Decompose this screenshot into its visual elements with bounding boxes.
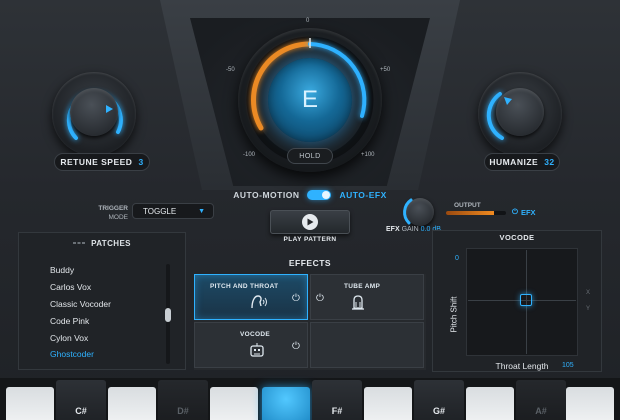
humanize-label: HUMANIZE [489, 157, 539, 167]
robot-icon [250, 343, 264, 357]
white-key[interactable] [566, 387, 614, 420]
xy-handle[interactable] [520, 294, 532, 306]
auto-motion-label[interactable]: AUTO-MOTION [233, 190, 299, 200]
trigger-mode-label: TRIGGER MODE [84, 204, 128, 222]
vocode-power-icon[interactable]: ⏻ [292, 341, 300, 352]
scale-label-bottom-left: -100 [243, 152, 256, 158]
pitch-shift-value: 0 [455, 255, 459, 262]
vocode-title: VOCODE [499, 233, 535, 242]
retune-speed-indicator-icon [106, 105, 113, 113]
black-key-g-sharp[interactable]: G# [414, 380, 464, 420]
black-key-f-sharp[interactable]: F# [312, 380, 362, 420]
white-key[interactable] [210, 387, 258, 420]
effect-pitch-and-throat-label: PITCH AND THROAT [210, 283, 279, 290]
patches-header: PATCHES [18, 234, 186, 252]
auto-efx-label[interactable]: AUTO-EFX [339, 190, 386, 200]
play-pattern-button[interactable] [270, 210, 350, 234]
efx-gain-sub: GAIN [401, 226, 419, 233]
scale-label-top: 0 [306, 18, 310, 24]
xy-side-y-label[interactable]: Y [586, 306, 590, 312]
efx-button-label: EFX [520, 207, 536, 217]
play-icon [307, 218, 314, 226]
output-meter [446, 211, 506, 215]
patch-list: Buddy Carlos Vox Classic Vocoder Code Pi… [26, 262, 176, 363]
humanize-value: 32 [544, 157, 555, 167]
efx-gain-label: EFX [386, 226, 400, 233]
efx-power-button[interactable]: ⏻ EFX [512, 205, 552, 219]
black-key-d-sharp[interactable]: D# [158, 380, 208, 420]
effect-empty-slot[interactable] [310, 322, 424, 368]
black-key-c-sharp[interactable]: C# [56, 380, 106, 420]
white-key[interactable] [108, 387, 156, 420]
patch-scrollbar-thumb[interactable] [165, 308, 171, 322]
throat-length-value: 105 [562, 362, 574, 369]
retune-speed-label: RETUNE SPEED [60, 157, 133, 167]
tube-amp-icon [352, 295, 364, 310]
white-key[interactable] [6, 387, 54, 420]
auto-mode-toggle[interactable] [307, 190, 332, 200]
white-key[interactable] [466, 387, 514, 420]
scale-label-left: -50 [226, 67, 235, 73]
trigger-label-line1: TRIGGER [98, 205, 128, 212]
effects-title: EFFECTS [288, 258, 332, 268]
play-pattern-label: PLAY PATTERN [283, 236, 337, 243]
patches-menu-icon[interactable] [73, 240, 86, 246]
effect-tube-amp-label: TUBE AMP [344, 283, 381, 290]
trigger-mode-select[interactable]: TOGGLE ▼ [132, 203, 214, 219]
retune-speed-display: RETUNE SPEED 3 [54, 153, 150, 171]
patch-item[interactable]: Ghostcoder [26, 346, 176, 363]
black-key-a-sharp[interactable]: A# [516, 380, 566, 420]
patch-item[interactable]: Carlos Vox [26, 279, 176, 296]
trigger-mode-value: TOGGLE [143, 206, 177, 216]
play-icon-circle [302, 214, 318, 230]
patch-item[interactable]: Buddy [26, 262, 176, 279]
hold-button[interactable]: HOLD [287, 148, 333, 164]
trigger-label-line2: MODE [108, 214, 129, 221]
effect-vocode-label: VOCODE [240, 331, 270, 338]
xy-side-x-label[interactable]: X [586, 290, 590, 296]
humanize-indicator-icon [504, 97, 512, 105]
humanize-display: HUMANIZE 32 [484, 153, 560, 171]
white-key[interactable] [364, 387, 412, 420]
white-key-active[interactable] [262, 387, 310, 420]
power-icon: ⏻ [512, 207, 518, 216]
chevron-down-icon: ▼ [198, 207, 205, 215]
scale-label-bottom-right: +100 [361, 152, 375, 158]
patch-item[interactable]: Classic Vocoder [26, 296, 176, 313]
tube-amp-power-icon[interactable]: ⏻ [316, 293, 324, 304]
pitch-shift-axis-label: Pitch Shift [449, 296, 459, 333]
auto-mode-bar: AUTO-MOTION AUTO-EFX [224, 186, 396, 204]
effect-tube-amp[interactable] [310, 274, 424, 320]
patch-item[interactable]: Cylon Vox [26, 329, 176, 346]
scale-label-right: +50 [380, 67, 391, 73]
throat-icon [251, 295, 267, 309]
patch-item[interactable]: Code Pink [26, 312, 176, 329]
patches-title: PATCHES [91, 238, 131, 248]
output-label: OUTPUT [454, 202, 481, 209]
detected-note: E [301, 86, 318, 113]
output-meter-fill [446, 211, 494, 215]
retune-speed-value: 3 [138, 157, 144, 167]
pitch-throat-power-icon[interactable]: ⏻ [292, 293, 300, 304]
